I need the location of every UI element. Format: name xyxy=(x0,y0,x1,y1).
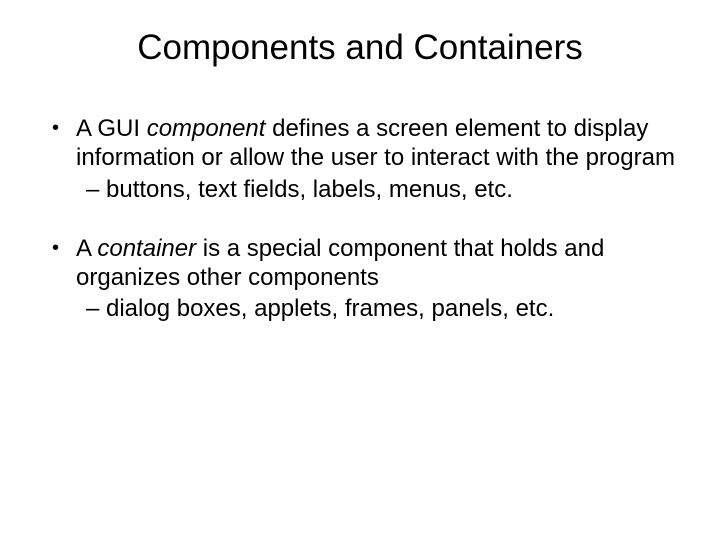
sub-bullet-text: dialog boxes, applets, frames, panels, e… xyxy=(106,295,554,322)
bullet-text-em: container xyxy=(97,235,196,262)
slide-title: Components and Containers xyxy=(40,28,680,68)
sub-list: dialog boxes, applets, frames, panels, e… xyxy=(76,294,680,323)
sub-list: buttons, text fields, labels, menus, etc… xyxy=(76,175,680,204)
bullet-text-pre: A GUI xyxy=(76,115,147,142)
slide: Components and Containers A GUI componen… xyxy=(0,0,720,540)
bullet-text-em: component xyxy=(147,115,266,142)
bullet-text-pre: A xyxy=(76,235,97,262)
list-item: A GUI component defines a screen element… xyxy=(48,114,680,204)
bullet-list: A GUI component defines a screen element… xyxy=(40,114,680,324)
sub-list-item: dialog boxes, applets, frames, panels, e… xyxy=(86,294,680,323)
list-item: A container is a special component that … xyxy=(48,234,680,324)
sub-list-item: buttons, text fields, labels, menus, etc… xyxy=(86,175,680,204)
sub-bullet-text: buttons, text fields, labels, menus, etc… xyxy=(106,176,513,203)
